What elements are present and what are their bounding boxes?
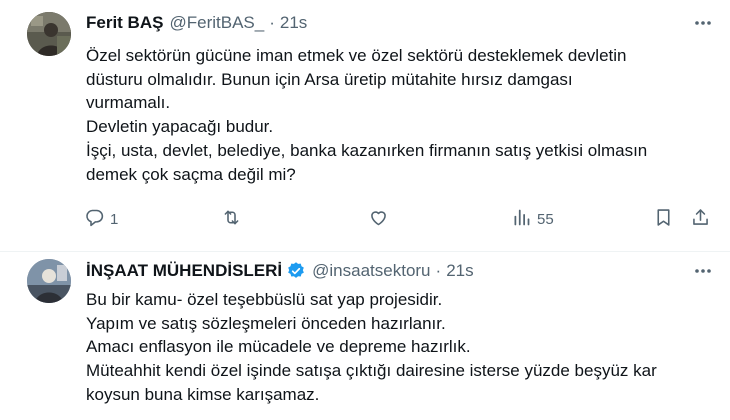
timestamp[interactable]: 21s	[280, 13, 307, 33]
author-handle[interactable]: @FeritBAS_	[169, 13, 264, 33]
separator-dot: ·	[435, 261, 442, 280]
bookmark-button[interactable]	[653, 206, 674, 232]
more-icon[interactable]	[688, 11, 718, 35]
tweet-text-line: Müteahhit kendi özel işinde satışa çıktı…	[86, 361, 657, 381]
bookmark-icon	[653, 207, 674, 232]
tweet-text-line: demek çok saçma değil mi?	[86, 164, 296, 184]
reply-button[interactable]: 1	[84, 206, 118, 232]
tweet-text-line: Bu bir kamu- özel teşebbüslü sat yap pro…	[86, 290, 443, 309]
reply-icon	[84, 207, 105, 232]
like-button[interactable]	[368, 206, 389, 232]
tweet-text: Bu bir kamu- özel teşebbüslü sat yap pro…	[86, 288, 716, 407]
share-icon	[690, 207, 711, 232]
author-name[interactable]: Ferit BAŞ	[86, 13, 163, 33]
tweet[interactable]: Ferit BAŞ @FeritBAS_ · 21s Özel sektörün…	[0, 0, 730, 252]
tweet-text-line: Özel sektörün gücüne iman etmek ve özel …	[86, 46, 627, 65]
views-count: 55	[537, 210, 554, 228]
tweet-text-line: vurmamalı.	[86, 93, 171, 113]
author-handle[interactable]: @insaatsektoru	[312, 261, 430, 281]
tweet-text-line: İşçi, usta, devlet, belediye, banka kaza…	[86, 140, 648, 160]
tweet-text-line: düsturu olmalıdır. Bunun için Arsa üreti…	[86, 69, 573, 89]
tweet-text-line: Yapım ve satış sözleşmeleri önceden hazı…	[86, 313, 446, 333]
avatar[interactable]	[27, 12, 71, 56]
tweet-text: Özel sektörün gücüne iman etmek ve özel …	[86, 44, 716, 186]
retweet-button[interactable]	[221, 206, 242, 232]
retweet-icon	[221, 207, 242, 232]
tweet-text-line: Devletin yapacağı budur.	[86, 117, 274, 137]
tweet-actions: 1 55	[84, 206, 716, 232]
tweet-header: İNŞAAT MÜHENDİSLERİ @insaatsektoru · 21s	[86, 261, 474, 281]
tweet-text-line: Amacı enflasyon ile mücadele ve depreme …	[86, 337, 471, 357]
author-name[interactable]: İNŞAAT MÜHENDİSLERİ	[86, 261, 282, 281]
tweet-header: Ferit BAŞ @FeritBAS_ · 21s	[86, 13, 307, 33]
views-button[interactable]: 55	[511, 206, 554, 232]
timestamp[interactable]: 21s	[446, 261, 473, 281]
tweet-text-line: koysun buna kimse karışamaz.	[86, 384, 320, 404]
verified-badge-icon	[286, 261, 306, 281]
share-button[interactable]	[690, 206, 711, 232]
avatar[interactable]	[27, 259, 71, 303]
views-icon	[511, 207, 532, 232]
tweet[interactable]: İNŞAAT MÜHENDİSLERİ @insaatsektoru · 21s…	[0, 252, 730, 420]
like-icon	[368, 207, 389, 232]
reply-count: 1	[110, 210, 119, 228]
more-icon[interactable]	[688, 259, 718, 283]
separator-dot: ·	[269, 13, 275, 32]
